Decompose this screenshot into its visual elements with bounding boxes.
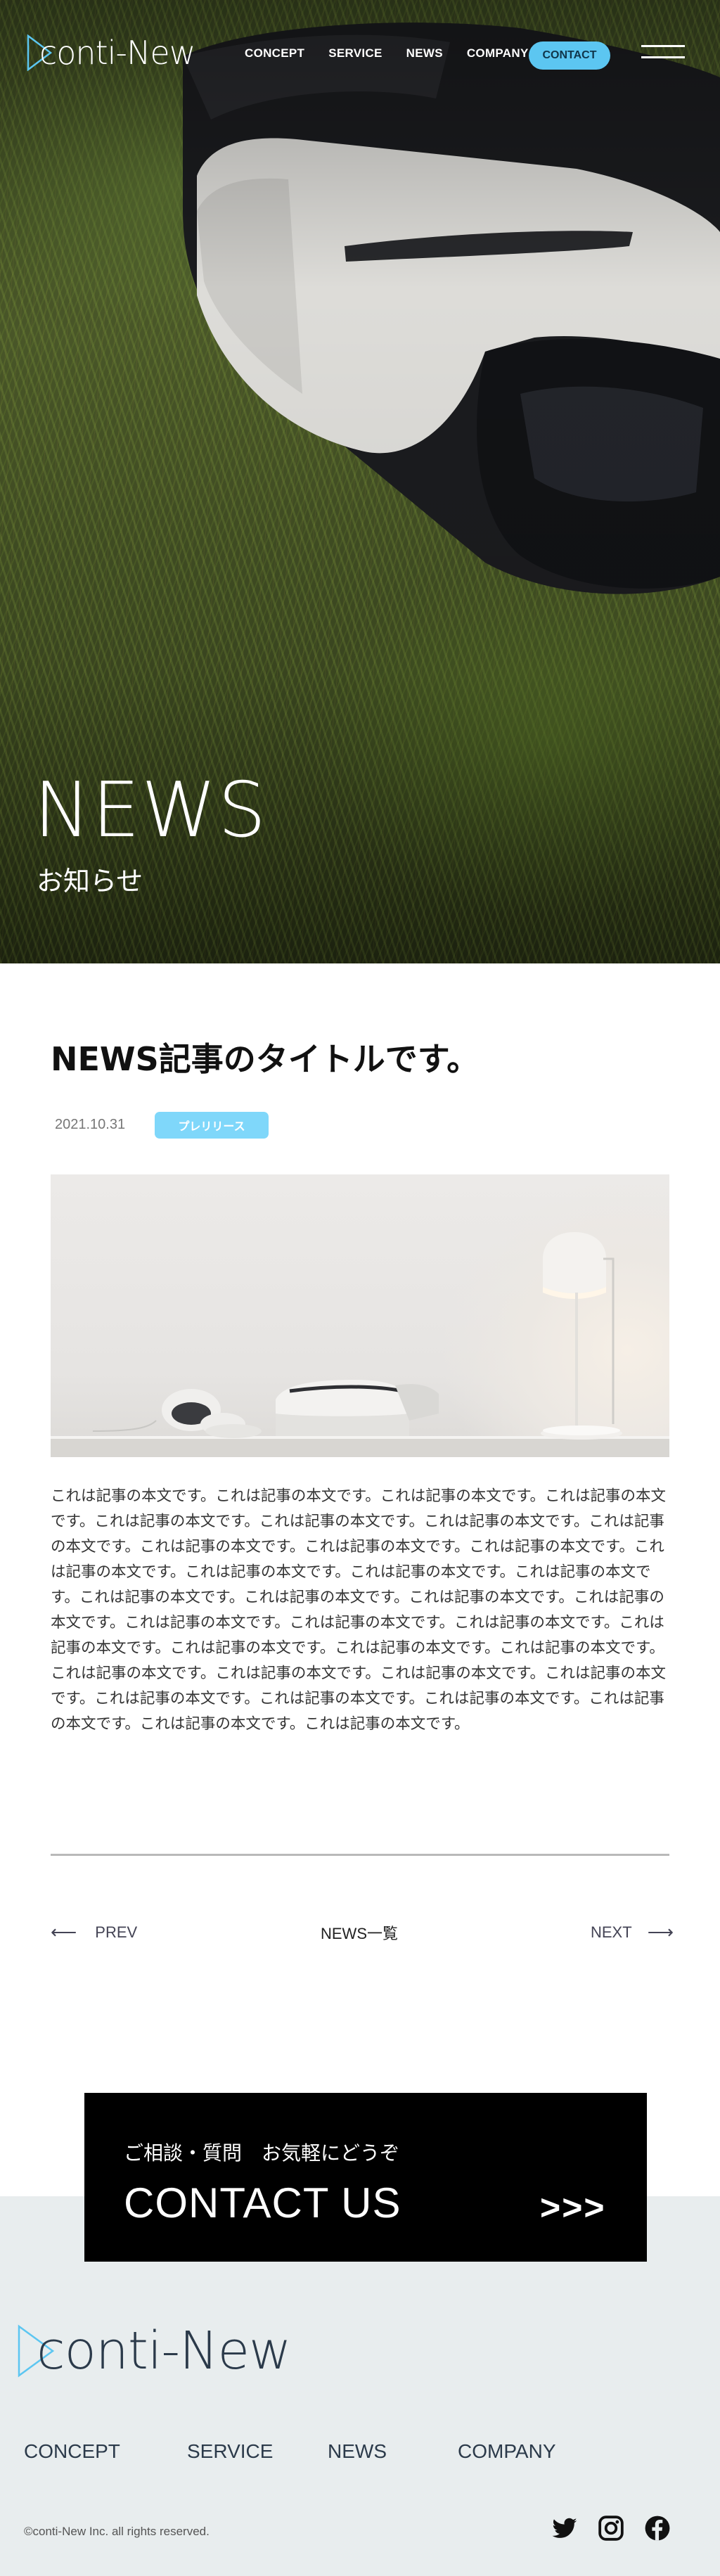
article-date: 2021.10.31 xyxy=(55,1117,126,1132)
footer-logo-text: conti-New xyxy=(37,2321,292,2381)
contact-arrows-icon: >>> xyxy=(540,2188,606,2227)
contact-banner[interactable]: ご相談・質問 お気軽にどうぞ CONTACT US >>> xyxy=(84,2093,647,2262)
footer-logo[interactable]: conti-New xyxy=(17,2321,292,2381)
vr-product-photo xyxy=(51,1232,669,1457)
contact-button[interactable]: CONTACT xyxy=(529,41,610,70)
hamburger-menu-icon[interactable] xyxy=(641,45,685,62)
contact-title: CONTACT US xyxy=(124,2179,401,2226)
instagram-icon[interactable] xyxy=(598,2515,624,2542)
main-nav: CONCEPT SERVICE NEWS COMPANY xyxy=(245,46,553,60)
nav-item-service[interactable]: SERVICE xyxy=(328,46,382,60)
facebook-icon[interactable] xyxy=(644,2515,671,2542)
footer-nav-news[interactable]: NEWS xyxy=(328,2440,387,2463)
prev-label: PREV xyxy=(95,1923,138,1941)
arrow-right-icon: ⟶ xyxy=(647,1921,674,1942)
page-title: NEWS xyxy=(34,767,268,854)
logo-text: conti-New xyxy=(39,34,195,72)
page-subtitle: お知らせ xyxy=(37,866,143,897)
next-link[interactable]: NEXT ⟶ xyxy=(591,1921,674,1943)
site-logo[interactable]: conti-New xyxy=(27,34,195,72)
nav-item-company[interactable]: COMPANY xyxy=(467,46,529,60)
footer-nav-company[interactable]: COMPANY xyxy=(458,2440,556,2463)
divider xyxy=(51,1854,669,1856)
hero-section: conti-New CONCEPT SERVICE NEWS COMPANY C… xyxy=(0,0,720,963)
footer-nav-service[interactable]: SERVICE xyxy=(187,2440,273,2463)
prev-link[interactable]: ⟵ PREV xyxy=(51,1921,137,1943)
article-body: これは記事の本文です。これは記事の本文です。これは記事の本文です。これは記事の本… xyxy=(51,1487,667,1733)
arrow-left-icon: ⟵ xyxy=(51,1921,77,1942)
contact-subtitle: ご相談・質問 お気軽にどうぞ xyxy=(124,2141,400,2165)
article-image xyxy=(51,1174,669,1457)
nav-item-concept[interactable]: CONCEPT xyxy=(245,46,304,60)
article-title: NEWS記事のタイトルです。 xyxy=(51,1040,480,1078)
nav-item-news[interactable]: NEWS xyxy=(406,46,443,60)
category-badge[interactable]: プレリリース xyxy=(155,1112,269,1139)
news-list-link[interactable]: NEWS一覧 xyxy=(321,1921,398,1944)
twitter-icon[interactable] xyxy=(551,2515,578,2542)
next-label: NEXT xyxy=(591,1923,632,1941)
footer-nav-concept[interactable]: CONCEPT xyxy=(24,2440,120,2463)
copyright: ©conti-New Inc. all rights reserved. xyxy=(24,2525,210,2538)
